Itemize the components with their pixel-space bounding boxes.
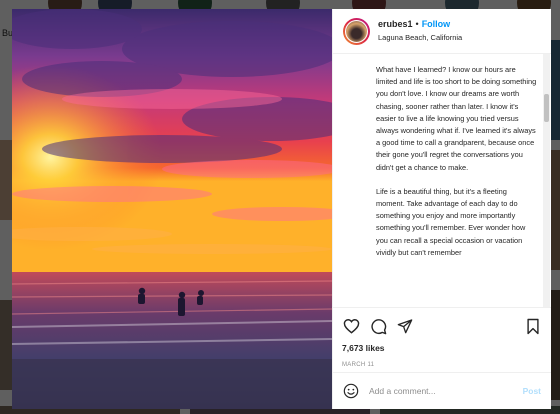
- post-sidebar: erubes1 • Follow Laguna Beach, Californi…: [332, 9, 551, 409]
- action-bar: 7,673 likes MARCH 11: [333, 307, 551, 372]
- location-link[interactable]: Laguna Beach, California: [378, 31, 462, 44]
- post-date: MARCH 11: [342, 362, 375, 368]
- post-modal: erubes1 • Follow Laguna Beach, Californi…: [12, 9, 551, 409]
- post-photo[interactable]: [12, 9, 332, 409]
- post-comment-button[interactable]: Post: [523, 386, 541, 396]
- username-link[interactable]: erubes1: [378, 18, 413, 31]
- action-icons: [342, 314, 542, 338]
- caption-paragraph: Life is a beautiful thing, but it's a fl…: [376, 186, 526, 257]
- smiley-icon[interactable]: [342, 382, 360, 400]
- send-icon[interactable]: [396, 317, 414, 335]
- bookmark-icon[interactable]: [524, 317, 542, 335]
- comment-icon[interactable]: [369, 317, 387, 335]
- scrollbar-thumb[interactable]: [544, 94, 549, 122]
- avatar-image: [345, 19, 368, 43]
- follow-button[interactable]: Follow: [422, 18, 451, 31]
- separator-dot: •: [415, 19, 419, 29]
- post-header-text: erubes1 • Follow Laguna Beach, Californi…: [378, 18, 462, 44]
- avatar[interactable]: [343, 17, 370, 45]
- comment-input[interactable]: [369, 386, 523, 396]
- heart-icon[interactable]: [342, 317, 360, 335]
- comment-box: Post: [333, 372, 551, 409]
- caption-paragraph: What have I learned? I know our hours ar…: [376, 65, 537, 172]
- scrollbar-track[interactable]: [543, 54, 550, 307]
- likes-count[interactable]: 7,673 likes: [342, 343, 542, 353]
- caption-area[interactable]: What have I learned? I know our hours ar…: [333, 54, 551, 307]
- username-row: erubes1 • Follow: [378, 18, 462, 31]
- post-header: erubes1 • Follow Laguna Beach, Californi…: [333, 9, 551, 54]
